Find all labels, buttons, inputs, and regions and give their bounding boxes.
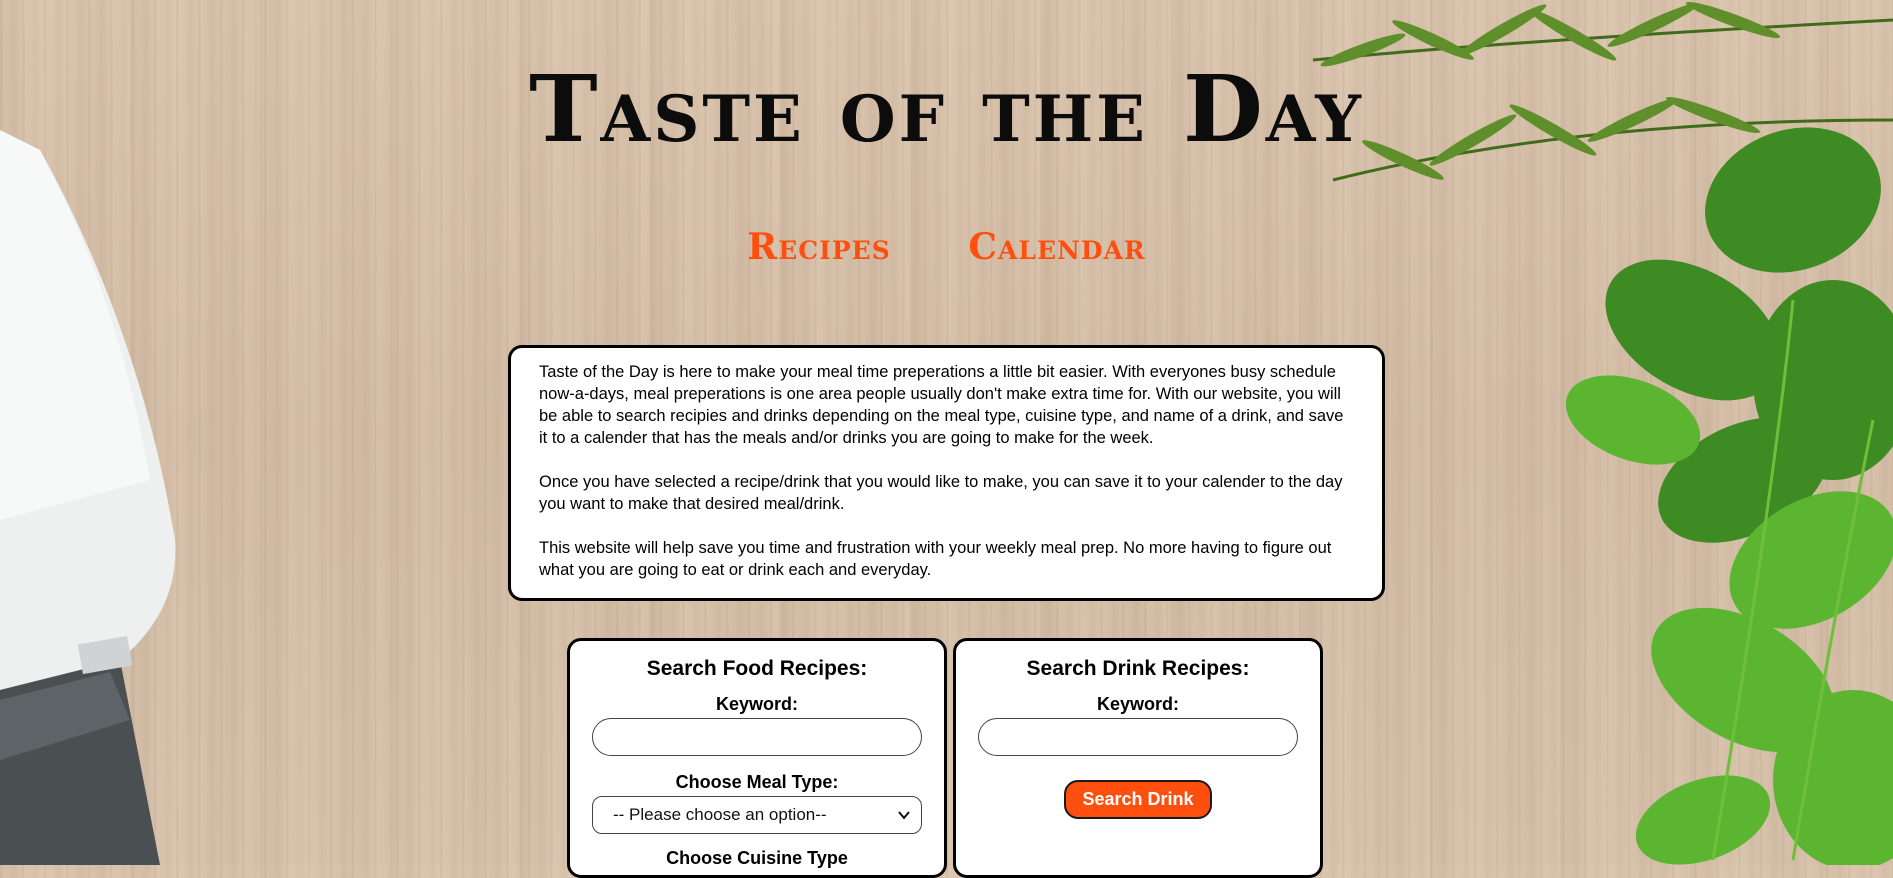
intro-paragraph: Once you have selected a recipe/drink th… — [539, 473, 1343, 513]
food-keyword-input[interactable] — [592, 718, 922, 756]
chevron-down-icon — [897, 797, 911, 846]
site-title: Taste of the Day — [529, 55, 1364, 163]
cuisine-type-label: Choose Cuisine Type — [666, 848, 848, 868]
intro-paragraph: Taste of the Day is here to make your me… — [539, 363, 1344, 447]
drink-search-title: Search Drink Recipes: — [1026, 657, 1250, 680]
intro-box: Taste of the Day is here to make your me… — [508, 345, 1385, 601]
meal-type-label: Choose Meal Type: — [675, 772, 839, 792]
search-drink-button[interactable]: Search Drink — [1064, 780, 1212, 819]
food-search-card: Search Food Recipes: Keyword: Choose Mea… — [567, 638, 947, 878]
drink-keyword-label: Keyword: — [1096, 694, 1179, 714]
drink-search-card: Search Drink Recipes: Keyword: Search Dr… — [953, 638, 1323, 878]
meal-type-selected-value: -- Please choose an option-- — [613, 805, 827, 824]
food-search-title: Search Food Recipes: — [646, 657, 868, 680]
food-keyword-label: Keyword: — [715, 694, 798, 714]
main-nav: Recipes Calendar — [0, 226, 1893, 268]
drink-keyword-input[interactable] — [978, 718, 1298, 756]
intro-paragraph: This website will help save you time and… — [539, 539, 1332, 579]
nav-link-recipes[interactable]: Recipes — [747, 226, 890, 268]
meal-type-select[interactable]: -- Please choose an option-- — [592, 796, 922, 834]
nav-link-calendar[interactable]: Calendar — [968, 226, 1145, 268]
